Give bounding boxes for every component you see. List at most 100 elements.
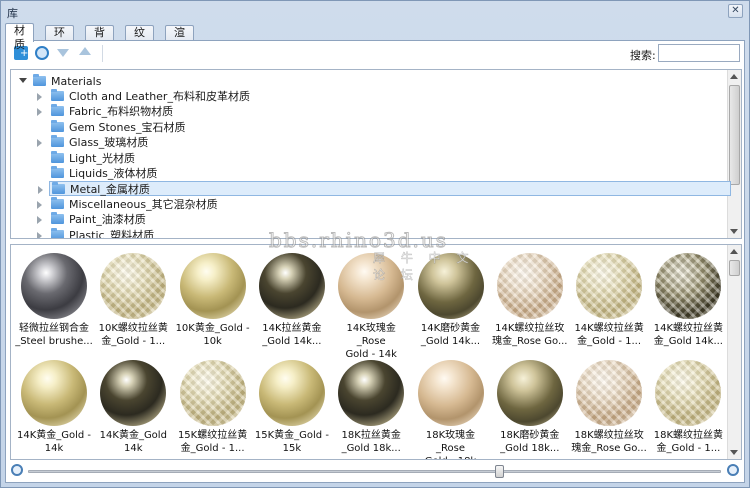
material-label-line1: 14K拉丝黄金 (262, 323, 322, 334)
tree-scroll-thumb[interactable] (729, 85, 740, 185)
material-tile[interactable]: 14K拉丝黄金 _Gold 14k... (253, 249, 331, 349)
material-preview-sphere (655, 253, 722, 319)
tab-2[interactable]: 背景 (85, 25, 114, 53)
expand-icon[interactable] (37, 139, 42, 148)
material-tile[interactable]: 18K螺纹拉丝玫 瑰金_Rose Go... (570, 356, 648, 456)
tree-item-label: Miscellaneous_其它混杂材质 (69, 197, 218, 211)
material-label: 15K黄金_Gold - 15k (253, 429, 331, 455)
material-label-line1: 14K黄金_Gold - (16, 430, 92, 441)
material-tile[interactable]: 10K螺纹拉丝黄 金_Gold - 1... (94, 249, 172, 349)
material-tile[interactable]: 18K螺纹拉丝黄 金_Gold - 1... (649, 356, 727, 456)
material-tile[interactable]: 14K螺纹拉丝黄 金_Gold - 1... (570, 249, 648, 349)
material-label-line1: 10K黄金_Gold - (175, 323, 250, 334)
material-tile[interactable]: 14K螺纹拉丝黄 金_Gold 14k... (649, 249, 727, 349)
material-label-line1: 15K螺纹拉丝黄 (177, 430, 248, 441)
tree-item[interactable]: Gem Stones_宝石材质 (31, 119, 331, 135)
expand-icon[interactable] (37, 231, 42, 238)
expand-icon[interactable] (38, 186, 43, 195)
tab-1[interactable]: 环境 (45, 25, 74, 53)
tree-item[interactable]: Cloth and Leather_布料和皮革材质 (31, 89, 331, 104)
material-preview-sphere (258, 253, 325, 319)
scroll-down-icon[interactable] (730, 450, 738, 455)
material-label: 14K螺纹拉丝黄 金_Gold - 1... (570, 322, 648, 348)
move-up-icon[interactable] (79, 46, 91, 58)
material-tile[interactable]: 18K拉丝黄金 _Gold 18k... (332, 356, 410, 456)
collapse-icon[interactable] (19, 78, 27, 83)
zoom-out-icon[interactable] (11, 464, 23, 476)
material-tile[interactable]: 14K磨砂黄金 _Gold 14k... (412, 249, 490, 349)
grid-scroll-thumb[interactable] (729, 260, 740, 276)
tree-item[interactable]: Metal_金属材质 (38, 181, 731, 197)
scroll-up-icon[interactable] (730, 249, 738, 254)
material-label: 14K螺纹拉丝黄 金_Gold 14k... (649, 322, 727, 348)
move-down-icon[interactable] (57, 46, 69, 58)
material-label-line1: 14K螺纹拉丝黄 (653, 323, 724, 334)
scroll-down-icon[interactable] (730, 229, 738, 234)
expand-icon[interactable] (37, 108, 42, 117)
tree-scrollbar[interactable] (727, 70, 741, 238)
tree-item[interactable]: Miscellaneous_其它混杂材质 (31, 196, 331, 212)
material-preview-sphere (179, 253, 246, 319)
tree-item[interactable]: Fabric_布料织物材质 (31, 104, 331, 119)
toolbar-separator (102, 45, 103, 62)
material-preview-sphere (417, 360, 484, 426)
close-button[interactable]: ✕ (728, 4, 743, 18)
material-tile[interactable]: 15K黄金_Gold - 15k (253, 356, 331, 456)
material-preview-sphere (338, 253, 405, 319)
folder-icon (51, 119, 64, 132)
material-tile[interactable]: 10K黄金_Gold - 10k (174, 249, 252, 349)
tree-item-label: Metal_金属材质 (70, 183, 150, 197)
material-label: 14K黄金_Gold 14k (94, 429, 172, 455)
material-tile[interactable]: 18K玫瑰金_RoseGold - 18k (412, 356, 490, 459)
material-tile[interactable]: 14K螺纹拉丝玫 瑰金_Rose Go... (491, 249, 569, 349)
title-bar[interactable]: 库 ✕ (1, 1, 749, 22)
folder-icon (51, 227, 64, 238)
material-label-line2: 金_Gold 14k... (653, 336, 723, 347)
search-input[interactable] (658, 44, 740, 62)
tree-item-label: Light_光材质 (69, 151, 135, 165)
grid-scrollbar[interactable] (727, 245, 741, 459)
material-preview-sphere (100, 253, 167, 319)
material-label-line1: 18K玫瑰金_Rose (425, 430, 476, 454)
material-label-line2: 10k (203, 336, 222, 347)
refresh-icon[interactable] (35, 46, 49, 60)
material-label-line2: 14k (124, 443, 143, 454)
material-tile[interactable]: 14K玫瑰金_Rose Gold - 14k (332, 249, 410, 360)
material-label-line2: 15k (282, 443, 302, 454)
material-label-line1: 18K螺纹拉丝黄 (653, 430, 724, 441)
material-label-line2: 瑰金_Rose Go... (492, 336, 568, 347)
tree-item[interactable]: Glass_玻璃材质 (31, 135, 331, 150)
material-label: 10K螺纹拉丝黄 金_Gold - 1... (94, 322, 172, 348)
material-preview-sphere (576, 360, 643, 426)
material-preview-sphere (576, 253, 643, 319)
materials-panel: 搜索: Materials Cloth and Leather_布料和皮革材质 F… (5, 40, 745, 483)
tree-item-label: Plastic_塑料材质 (69, 228, 155, 239)
tree-item[interactable]: Liquids_液体材质 (31, 166, 331, 181)
tree-item-label: Paint_油漆材质 (69, 213, 146, 227)
zoom-in-icon[interactable] (727, 464, 739, 476)
material-preview-sphere (21, 253, 87, 319)
tree-item[interactable]: Paint_油漆材质 (31, 212, 331, 227)
material-tile[interactable]: 15K螺纹拉丝黄 金_Gold - 1... (174, 356, 252, 456)
tab-3[interactable]: 纹理 (125, 25, 154, 53)
material-tile[interactable]: 18K磨砂黄金 _Gold 18k... (491, 356, 569, 456)
zoom-slider-thumb[interactable] (495, 465, 505, 478)
material-tile[interactable]: 14K黄金_Gold 14k (94, 356, 172, 456)
material-tile[interactable]: 14K黄金_Gold - 14k (15, 356, 93, 456)
zoom-slider[interactable] (28, 465, 721, 478)
tab-4[interactable]: 渲染 (165, 25, 194, 53)
expand-icon[interactable] (37, 200, 42, 209)
tree-item[interactable]: Light_光材质 (31, 150, 331, 166)
folder-icon (51, 150, 64, 163)
tree-root-materials[interactable]: Materials (15, 74, 315, 89)
tree-item[interactable]: Plastic_塑料材质 (31, 227, 331, 239)
tree-item-label: Gem Stones_宝石材质 (69, 120, 186, 134)
expand-icon[interactable] (37, 216, 42, 225)
material-label: 10K黄金_Gold - 10k (174, 322, 252, 348)
scroll-up-icon[interactable] (730, 74, 738, 79)
material-label: 14K拉丝黄金 _Gold 14k... (253, 322, 331, 348)
expand-icon[interactable] (37, 93, 42, 101)
material-preview-sphere (100, 360, 167, 426)
material-tile[interactable]: 轻微拉丝钢合金 _Steel brushe... (15, 249, 93, 349)
tab-0[interactable]: 材质 (5, 23, 34, 51)
